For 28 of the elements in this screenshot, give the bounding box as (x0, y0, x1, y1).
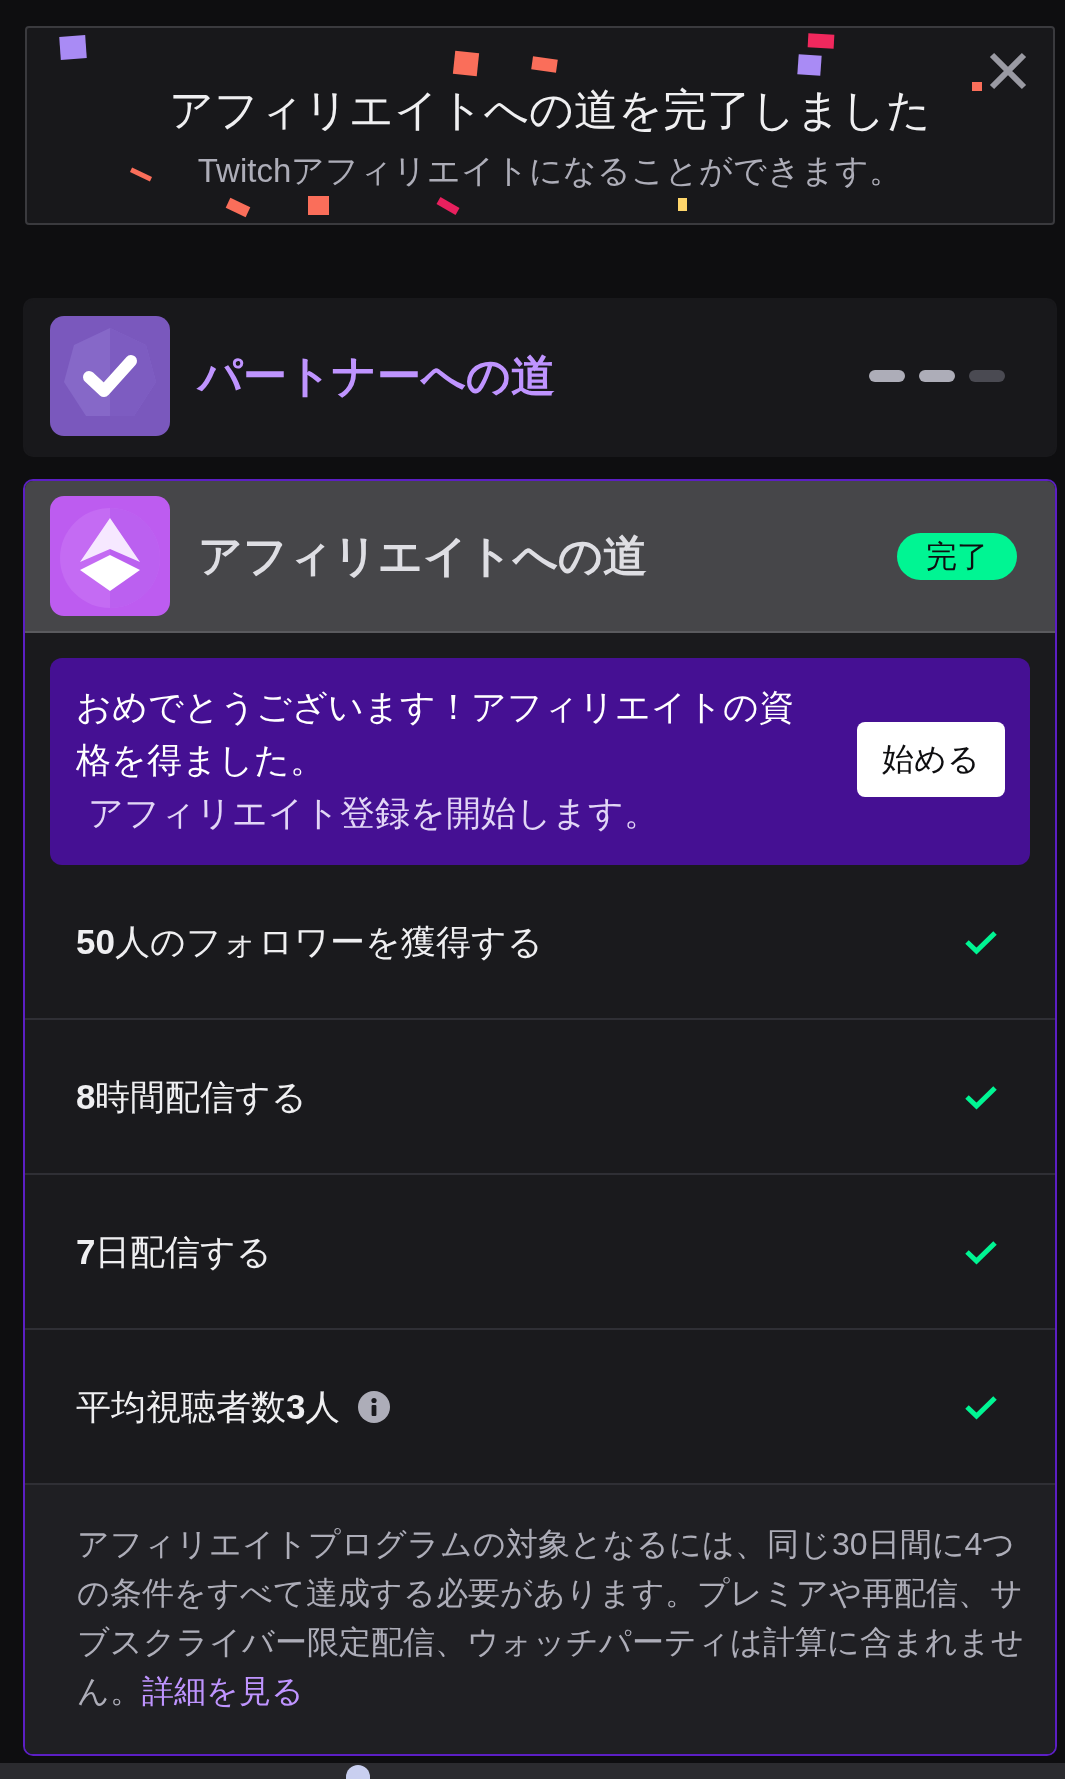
confetti-piece (452, 50, 480, 77)
banner-title: アフィリエイトへの道を完了しました (169, 84, 931, 136)
confetti-piece (531, 56, 558, 73)
confetti-piece (797, 54, 822, 76)
check-badge-icon (50, 316, 170, 436)
path-title: パートナーへの道 (198, 350, 555, 402)
requirement-text: 50人のフォロワーを獲得する (76, 920, 543, 963)
requirement-text: 7日配信する (76, 1230, 273, 1273)
status-badge: 完了 (897, 532, 1017, 580)
confetti-piece (972, 82, 982, 91)
start-button[interactable]: 始める (857, 722, 1005, 797)
notice-detail: アフィリエイト登録を開始します。 (88, 792, 659, 834)
path-title: アフィリエイトへの道 (198, 530, 647, 582)
footnote-text: アフィリエイトプログラムの対象となるには、同じ30日間に4つの条件をすべて達成する必要があります。プレミアや再配信、サブスクライバー限定配信、ウォッチパーティは計算に含まれません。詳細を見る (77, 1525, 1025, 1711)
requirement-text: 平均視聴者数3人 (76, 1385, 341, 1428)
info-icon[interactable] (358, 1390, 391, 1423)
close-icon (988, 51, 1028, 91)
path-card[interactable]: アフィリエイトへの道 完了 おめでとうございます！アフィリエイトの資格を得ました。 アフィリエイト登録を開始します。 始める 50人のフォロワーを獲得する 8時間配信する 7日配信する 平均視聴者数3人 アフィリエイトプログラムの対象となるには、同じ30日間に4つの条件をすべて達成する必要があります。プレミアや再配信、サブスクライバー限定配信、ウォッチパーティは計算に含まれません。詳細を見る (23, 479, 1057, 1756)
path-card[interactable]: パートナーへの道 (23, 298, 1057, 457)
notice-message: おめでとうございます！アフィリエイトの資格を得ました。 (76, 686, 795, 781)
banner-subtitle: Twitchアフィリエイトになることができます。 (197, 151, 903, 191)
confetti-piece (59, 35, 87, 60)
confetti-piece (807, 33, 835, 49)
requirement-text: 8時間配信する (76, 1075, 308, 1118)
confetti-piece (678, 198, 687, 211)
close-button[interactable] (988, 51, 1028, 91)
details-link[interactable]: 詳細を見る (142, 1673, 304, 1709)
confetti-piece (308, 196, 329, 215)
